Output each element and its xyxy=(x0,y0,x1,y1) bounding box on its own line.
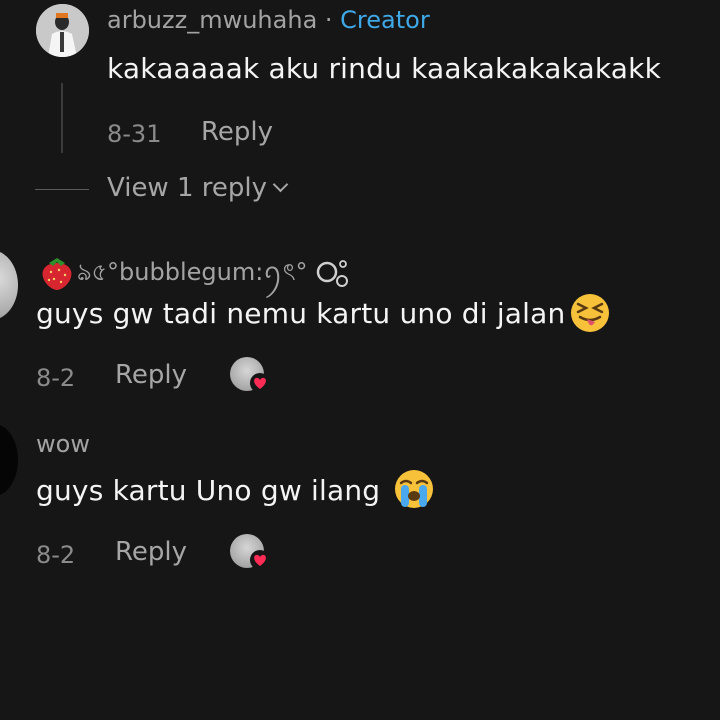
creator-avatar[interactable] xyxy=(36,4,89,57)
username-text[interactable]: ঌ৫°bubblegum:ꪆৎ° xyxy=(77,258,308,286)
comment-date: 8-2 xyxy=(36,364,76,392)
liked-by-creator xyxy=(230,534,270,574)
comment-username[interactable]: ঌ৫°bubblegum:ꪆৎ° xyxy=(37,248,351,299)
liked-by-creator xyxy=(230,357,270,397)
squinting-tongue-emoji-icon xyxy=(570,294,609,332)
comment-username[interactable]: wow xyxy=(36,430,90,458)
comment-text-content: guys kartu Uno gw ilang xyxy=(36,474,381,507)
view-replies-label: View 1 reply xyxy=(107,173,267,203)
comment-username[interactable]: arbuzz_mwuhaha · Creator xyxy=(107,6,430,34)
user-avatar[interactable] xyxy=(0,424,18,496)
heart-icon xyxy=(250,373,270,393)
username-text[interactable]: arbuzz_mwuhaha xyxy=(107,6,317,34)
user-avatar[interactable] xyxy=(0,250,18,320)
separator-dot: · xyxy=(317,6,341,34)
comment-date: 8-31 xyxy=(107,120,162,148)
reply-button[interactable]: Reply xyxy=(115,537,187,567)
heart-icon xyxy=(250,550,270,570)
loudly-crying-emoji-icon xyxy=(395,470,434,508)
comment-text: guys kartu Uno gw ilang xyxy=(36,470,435,510)
bubbles-icon xyxy=(316,260,349,287)
comment-text: guys gw tadi nemu kartu uno di jalan xyxy=(36,294,611,334)
comment-text: kakaaaaak aku rindu kaakakakakakakk xyxy=(107,52,661,85)
reply-button[interactable]: Reply xyxy=(201,117,273,147)
person-figure-icon xyxy=(36,4,89,57)
strawberry-icon xyxy=(42,258,72,290)
creator-badge: Creator xyxy=(340,6,430,34)
replies-divider xyxy=(35,189,89,190)
thread-line xyxy=(61,83,63,153)
view-replies-button[interactable]: View 1 reply xyxy=(107,173,289,203)
comment-text-content: guys gw tadi nemu kartu uno di jalan xyxy=(36,297,566,330)
chevron-down-icon xyxy=(272,176,289,193)
reply-button[interactable]: Reply xyxy=(115,360,187,390)
comment-date: 8-2 xyxy=(36,541,76,569)
